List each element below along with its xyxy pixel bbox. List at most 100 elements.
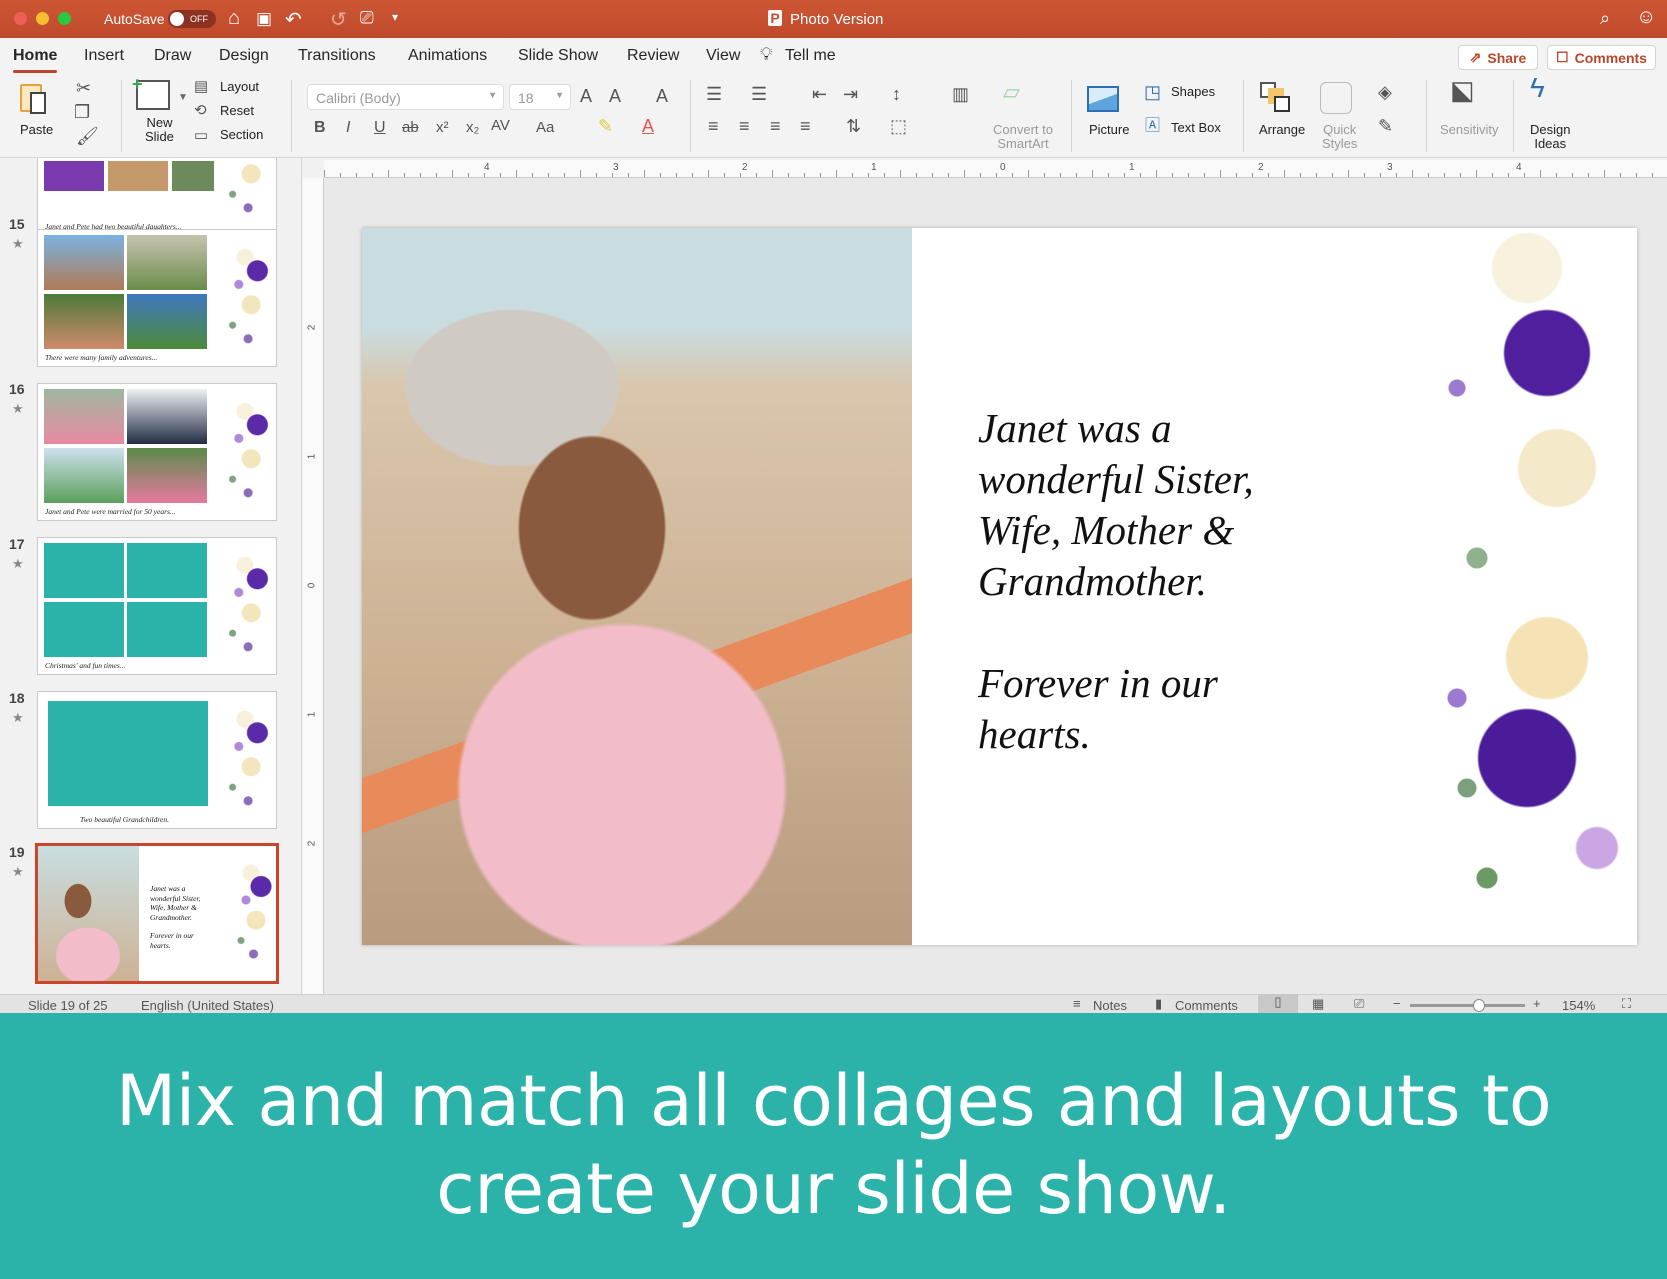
new-slide-label[interactable]: NewSlide bbox=[145, 116, 174, 144]
tab-review[interactable]: Review bbox=[627, 47, 679, 65]
align-center-icon[interactable]: ≡ bbox=[739, 116, 750, 136]
shape-outline-icon[interactable]: ✎ bbox=[1378, 116, 1393, 136]
tell-me-search[interactable]: Tell me bbox=[785, 47, 836, 65]
zoom-window-button[interactable] bbox=[58, 12, 71, 25]
columns-icon[interactable]: ▥ bbox=[952, 84, 969, 104]
increase-indent-icon[interactable]: ⇥ bbox=[843, 84, 858, 104]
slideshow-icon[interactable]: ⎚ bbox=[360, 8, 374, 28]
font-size-select[interactable]: 18▼ bbox=[509, 84, 571, 110]
paste-button[interactable] bbox=[18, 80, 54, 120]
font-color-icon[interactable]: A bbox=[642, 116, 654, 136]
numbering-icon[interactable]: ☰ bbox=[751, 84, 767, 104]
convert-smartart-button[interactable]: Convert toSmartArt bbox=[993, 123, 1053, 151]
chevron-down-icon[interactable]: ▼ bbox=[178, 92, 188, 103]
document-title[interactable]: Photo Version bbox=[790, 11, 883, 28]
picture-icon[interactable] bbox=[1087, 86, 1119, 112]
sensitivity-button[interactable]: Sensitivity bbox=[1440, 123, 1499, 137]
zoom-in-button[interactable]: + bbox=[1533, 996, 1541, 1011]
presenter-view-button[interactable]: ⎚ bbox=[1354, 996, 1364, 1012]
sensitivity-icon[interactable]: ⬕ bbox=[1450, 80, 1475, 100]
character-spacing-icon[interactable]: AV bbox=[491, 116, 510, 136]
layout-button[interactable]: Layout bbox=[220, 80, 259, 94]
comments-button[interactable]: ☐Comments bbox=[1547, 45, 1656, 70]
change-case-icon[interactable]: Aa bbox=[536, 118, 554, 138]
normal-view-button[interactable]: ▯ bbox=[1258, 994, 1298, 1014]
autosave-toggle[interactable]: OFF bbox=[168, 10, 216, 28]
tab-slide-show[interactable]: Slide Show bbox=[518, 47, 598, 65]
line-spacing-icon[interactable]: ↕ bbox=[892, 84, 901, 104]
smartart-icon[interactable]: ▱ bbox=[1003, 82, 1020, 102]
align-left-icon[interactable]: ≡ bbox=[708, 116, 719, 136]
copy-icon[interactable]: ❐ bbox=[74, 102, 90, 122]
decrease-font-icon[interactable]: A bbox=[609, 86, 621, 106]
subscript-icon[interactable]: x₂ bbox=[466, 118, 479, 138]
zoom-level[interactable]: 154% bbox=[1562, 998, 1595, 1013]
fit-to-window-icon[interactable]: ⛶ bbox=[1622, 996, 1631, 1012]
slide-thumbnail-pane[interactable]: Janet and Pete had two beautiful daughte… bbox=[0, 158, 302, 994]
superscript-icon[interactable]: x² bbox=[436, 118, 449, 138]
slide-thumbnail-17[interactable]: Christmas' and fun times... bbox=[37, 537, 277, 675]
underline-icon[interactable]: U bbox=[374, 118, 386, 138]
italic-icon[interactable]: I bbox=[346, 118, 350, 138]
justify-icon[interactable]: ≡ bbox=[800, 116, 811, 136]
arrange-icon[interactable] bbox=[1260, 82, 1292, 114]
undo-icon[interactable]: ↶ bbox=[285, 7, 302, 32]
design-ideas-button[interactable]: DesignIdeas bbox=[1530, 123, 1570, 151]
minimize-window-button[interactable] bbox=[36, 12, 49, 25]
notes-button[interactable]: Notes bbox=[1093, 998, 1127, 1013]
home-icon[interactable]: ⌂ bbox=[228, 7, 240, 30]
format-painter-icon[interactable]: 🖌︎ bbox=[76, 126, 99, 146]
customize-toolbar-icon[interactable]: ▾ bbox=[392, 10, 398, 24]
close-window-button[interactable] bbox=[14, 12, 27, 25]
redo-icon[interactable]: ↺ bbox=[330, 7, 347, 32]
reset-button[interactable]: Reset bbox=[220, 104, 254, 118]
save-icon[interactable]: ▣ bbox=[256, 9, 272, 29]
tab-home[interactable]: Home bbox=[13, 47, 57, 65]
align-text-icon[interactable]: ⬚ bbox=[890, 116, 907, 136]
arrange-button[interactable]: Arrange bbox=[1259, 123, 1305, 137]
slide-thumbnail-15[interactable]: There were many family adventures... bbox=[37, 229, 277, 367]
bold-icon[interactable]: B bbox=[314, 118, 326, 138]
tab-transitions[interactable]: Transitions bbox=[298, 47, 376, 65]
design-ideas-icon[interactable]: ϟ bbox=[1530, 78, 1545, 98]
zoom-slider[interactable] bbox=[1410, 1004, 1525, 1007]
shape-fill-icon[interactable]: ◈ bbox=[1378, 82, 1392, 102]
bullets-icon[interactable]: ☰ bbox=[706, 84, 722, 104]
highlight-icon[interactable]: ✎ bbox=[598, 116, 613, 136]
status-comments-button[interactable]: Comments bbox=[1175, 998, 1238, 1013]
cut-icon[interactable]: ✂ bbox=[76, 78, 91, 98]
tab-animations[interactable]: Animations bbox=[408, 47, 487, 65]
clear-formatting-icon[interactable]: A bbox=[656, 86, 668, 106]
tab-design[interactable]: Design bbox=[219, 47, 269, 65]
language-indicator[interactable]: English (United States) bbox=[141, 998, 274, 1013]
increase-font-icon[interactable]: A bbox=[580, 86, 592, 106]
search-icon[interactable]: ⌕ bbox=[1600, 8, 1610, 29]
quick-styles-button[interactable]: QuickStyles bbox=[1322, 123, 1357, 151]
strikethrough-icon[interactable]: ab bbox=[402, 118, 419, 138]
tab-insert[interactable]: Insert bbox=[84, 47, 124, 65]
zoom-slider-thumb[interactable] bbox=[1473, 999, 1485, 1012]
shapes-button[interactable]: Shapes bbox=[1171, 85, 1215, 99]
slide-thumbnail-16[interactable]: Janet and Pete were married for 50 years… bbox=[37, 383, 277, 521]
smiley-feedback-icon[interactable]: ☺ bbox=[1636, 6, 1656, 29]
quick-styles-icon[interactable] bbox=[1320, 82, 1352, 114]
new-slide-icon[interactable]: + bbox=[136, 80, 170, 110]
share-button[interactable]: ⇗Share bbox=[1458, 45, 1538, 70]
slide-photo[interactable] bbox=[362, 228, 912, 945]
slide-thumbnail-14[interactable]: Janet and Pete had two beautiful daughte… bbox=[37, 158, 277, 236]
current-slide[interactable]: Janet was a wonderful Sister, Wife, Moth… bbox=[362, 228, 1637, 945]
tab-draw[interactable]: Draw bbox=[154, 47, 191, 65]
section-button[interactable]: Section bbox=[220, 128, 263, 142]
text-direction-icon[interactable]: ⇅ bbox=[846, 116, 861, 136]
tab-view[interactable]: View bbox=[706, 47, 740, 65]
slide-thumbnail-19[interactable]: Janet was a wonderful Sister, Wife, Moth… bbox=[35, 843, 279, 984]
text-box-button[interactable]: Text Box bbox=[1171, 121, 1221, 135]
zoom-out-button[interactable]: − bbox=[1393, 996, 1401, 1011]
decrease-indent-icon[interactable]: ⇤ bbox=[812, 84, 827, 104]
align-right-icon[interactable]: ≡ bbox=[770, 116, 781, 136]
picture-button[interactable]: Picture bbox=[1089, 123, 1129, 137]
slide-thumbnail-18[interactable]: Two beautiful Grandchildren. bbox=[37, 691, 277, 829]
font-name-select[interactable]: Calibri (Body)▼ bbox=[307, 84, 504, 110]
slide-sorter-button[interactable]: ▦ bbox=[1312, 996, 1324, 1012]
slide-text-box[interactable]: Janet was a wonderful Sister, Wife, Moth… bbox=[978, 403, 1254, 760]
